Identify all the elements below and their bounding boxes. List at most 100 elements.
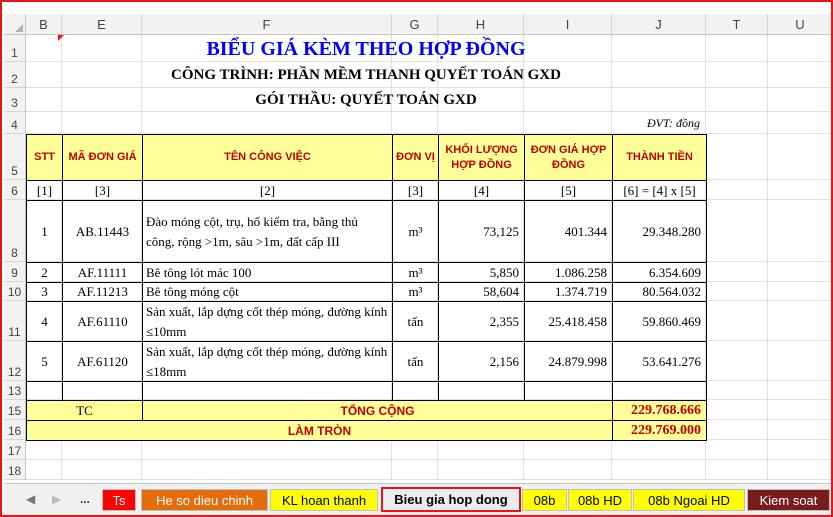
- item-stt[interactable]: 5: [26, 341, 63, 382]
- item-name[interactable]: Bê tông móng cột: [142, 282, 393, 302]
- spreadsheet-grid[interactable]: BEFGHIJTU 1 2 3 4 5 6 8 9 10 11 12 13 15 16 17 18 BIỂU …: [4, 4, 831, 483]
- item-amount[interactable]: 6.354.609: [612, 262, 707, 283]
- column-header-B[interactable]: B: [26, 14, 62, 35]
- item-price[interactable]: 24.879.998: [524, 341, 613, 382]
- empty-cell[interactable]: [62, 381, 143, 401]
- item-amount[interactable]: 59.860.469: [612, 301, 707, 342]
- round-value[interactable]: 229.769.000: [612, 420, 707, 441]
- sheet-tab-08b-hd[interactable]: 08b HD: [568, 489, 632, 511]
- index-cell[interactable]: [4]: [438, 180, 525, 201]
- column-header-T[interactable]: T: [706, 14, 768, 35]
- item-quantity[interactable]: 2,156: [438, 341, 525, 382]
- total-value[interactable]: 229.768.666: [612, 400, 707, 421]
- index-cell[interactable]: [3]: [392, 180, 439, 201]
- item-code[interactable]: AF.61110: [62, 301, 143, 342]
- header-amount[interactable]: THÀNH TIỀN: [612, 134, 707, 181]
- header-task[interactable]: TÊN CÔNG VIỆC: [142, 134, 393, 181]
- item-price[interactable]: 1.086.258: [524, 262, 613, 283]
- item-price[interactable]: 401.344: [524, 200, 613, 263]
- item-code[interactable]: AF.11213: [62, 282, 143, 302]
- empty-cell[interactable]: [392, 381, 439, 401]
- row-header-9[interactable]: 9: [4, 262, 26, 282]
- item-unit[interactable]: m³: [392, 262, 439, 283]
- scroll-right-icon[interactable]: ▶: [52, 492, 61, 506]
- item-amount[interactable]: 29.348.280: [612, 200, 707, 263]
- item-code[interactable]: AB.11443: [62, 200, 143, 263]
- sheet-tab-08b-ngoai-hd[interactable]: 08b Ngoai HD: [633, 489, 745, 511]
- empty-cell[interactable]: [26, 381, 63, 401]
- row-header-13[interactable]: 13: [4, 381, 26, 400]
- item-unit[interactable]: tấn: [392, 301, 439, 342]
- row-header-8[interactable]: 8: [4, 200, 26, 262]
- item-quantity[interactable]: 58,604: [438, 282, 525, 302]
- column-header-F[interactable]: F: [142, 14, 392, 35]
- row-header-11[interactable]: 11: [4, 301, 26, 341]
- sheet-tab-bieu-gia-hop-dong[interactable]: Bieu gia hop dong: [381, 487, 521, 512]
- item-stt[interactable]: 3: [26, 282, 63, 302]
- item-amount[interactable]: 53.641.276: [612, 341, 707, 382]
- item-code[interactable]: AF.61120: [62, 341, 143, 382]
- row-header-18[interactable]: 18: [4, 460, 26, 480]
- item-code[interactable]: AF.11111: [62, 262, 143, 283]
- header-quantity[interactable]: KHỐI LƯỢNG HỢP ĐỒNG: [438, 134, 525, 181]
- sheet-tab-kl-hoan-thanh[interactable]: KL hoan thanh: [270, 489, 378, 511]
- row-header-10[interactable]: 10: [4, 282, 26, 301]
- row-header-16[interactable]: 16: [4, 420, 26, 440]
- header-stt[interactable]: STT: [26, 134, 63, 181]
- sheet-tab-kiem-soat[interactable]: Kiem soat: [747, 489, 830, 511]
- column-header-G[interactable]: G: [392, 14, 438, 35]
- round-label[interactable]: LÀM TRÒN: [26, 420, 613, 441]
- header-unit[interactable]: ĐƠN VỊ: [392, 134, 439, 181]
- item-unit[interactable]: m³: [392, 200, 439, 263]
- sheet-tab-he-so-dieu-chinh[interactable]: He so dieu chinh: [141, 489, 268, 511]
- item-name[interactable]: Sản xuất, lắp dựng cốt thép móng, đường …: [142, 301, 393, 342]
- item-name[interactable]: Bê tông lót mác 100: [142, 262, 393, 283]
- row-header-6[interactable]: 6: [4, 180, 26, 200]
- item-quantity[interactable]: 2,355: [438, 301, 525, 342]
- total-label[interactable]: TỔNG CỘNG: [142, 400, 613, 421]
- more-sheets-button[interactable]: ...: [80, 492, 90, 506]
- row-header-12[interactable]: 12: [4, 341, 26, 381]
- row-header-5[interactable]: 5: [4, 134, 26, 180]
- row-header-15[interactable]: 15: [4, 400, 26, 420]
- header-price[interactable]: ĐƠN GIÁ HỢP ĐỒNG: [524, 134, 613, 181]
- item-name[interactable]: Đào móng cột, trụ, hố kiểm tra, bằng thủ…: [142, 200, 393, 263]
- unit-note[interactable]: ĐVT: đồng: [524, 112, 706, 134]
- item-stt[interactable]: 4: [26, 301, 63, 342]
- empty-cell[interactable]: [438, 381, 525, 401]
- index-cell[interactable]: [2]: [142, 180, 393, 201]
- sheet-tab-08b[interactable]: 08b: [522, 489, 567, 511]
- item-stt[interactable]: 2: [26, 262, 63, 283]
- index-cell[interactable]: [5]: [524, 180, 613, 201]
- item-stt[interactable]: 1: [26, 200, 63, 263]
- column-header-J[interactable]: J: [612, 14, 706, 35]
- row-header-1[interactable]: 1: [4, 35, 26, 62]
- sheet-tab-ts[interactable]: Ts: [102, 489, 136, 511]
- total-code[interactable]: TC: [26, 400, 143, 421]
- item-price[interactable]: 1.374.719: [524, 282, 613, 302]
- sheet-title[interactable]: BIỂU GIÁ KÈM THEO HỢP ĐỒNG: [26, 36, 706, 62]
- index-cell[interactable]: [6] = [4] x [5]: [612, 180, 707, 201]
- item-unit[interactable]: m³: [392, 282, 439, 302]
- column-header-E[interactable]: E: [62, 14, 142, 35]
- item-name[interactable]: Sản xuất, lắp dựng cốt thép móng, đường …: [142, 341, 393, 382]
- header-code[interactable]: MÃ ĐƠN GIÁ: [62, 134, 143, 181]
- scroll-left-icon[interactable]: ◀: [26, 492, 35, 506]
- item-quantity[interactable]: 5,850: [438, 262, 525, 283]
- empty-cell[interactable]: [142, 381, 393, 401]
- select-all-corner[interactable]: [4, 14, 26, 35]
- row-header-4[interactable]: 4: [4, 112, 26, 134]
- project-line[interactable]: CÔNG TRÌNH: PHẦN MỀM THANH QUYẾT TOÁN GX…: [26, 62, 706, 88]
- column-header-U[interactable]: U: [768, 14, 831, 35]
- row-header-17[interactable]: 17: [4, 440, 26, 460]
- item-amount[interactable]: 80.564.032: [612, 282, 707, 302]
- index-cell[interactable]: [3]: [62, 180, 143, 201]
- package-line[interactable]: GÓI THẦU: QUYẾT TOÁN GXD: [26, 88, 706, 112]
- empty-cell[interactable]: [524, 381, 613, 401]
- column-header-I[interactable]: I: [524, 14, 612, 35]
- row-header-2[interactable]: 2: [4, 62, 26, 88]
- item-unit[interactable]: tấn: [392, 341, 439, 382]
- item-quantity[interactable]: 73,125: [438, 200, 525, 263]
- item-price[interactable]: 25.418.458: [524, 301, 613, 342]
- empty-cell[interactable]: [612, 381, 707, 401]
